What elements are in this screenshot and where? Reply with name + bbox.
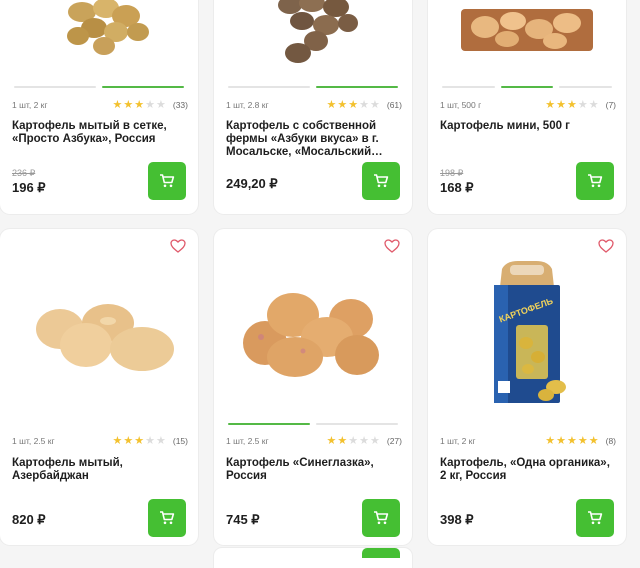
product-title[interactable]: Картофель «Синеглазка», Россия [226,457,400,483]
star-icon: ★ [348,98,359,111]
price: 249,20 ₽ [226,176,278,191]
product-title[interactable]: Картофель мытый, Азербайджан [12,457,186,483]
rating-stars: ★ ★ ★ ★ ★ (33) [112,98,189,111]
star-icon: ★ [545,98,556,111]
product-image[interactable] [214,251,412,421]
star-icon: ★ [370,98,380,111]
star-icon: ★ [359,434,369,447]
pack-size: 1 шт, 2.8 кг [226,100,269,110]
product-card[interactable]: 1 шт, 2.8 кг ★ ★ ★ ★ ★ (61) Картофель с собс… [214,0,412,214]
star-icon: ★ [134,434,145,447]
product-card[interactable]: 1 шт, 2.5 кг ★ ★ ★ ★ ★ (15) Картофель мытый,… [0,229,198,545]
product-image[interactable] [214,0,412,76]
star-icon: ★ [545,434,556,447]
cart-icon [160,511,175,525]
price: 168 ₽ [440,180,474,195]
image-pager[interactable] [442,86,613,88]
price: 820 ₽ [12,512,46,527]
pack-size: 1 шт, 2 кг [12,100,48,110]
star-icon: ★ [112,98,123,111]
cart-icon [588,174,603,188]
star-icon: ★ [326,98,337,111]
pack-size: 1 шт, 500 г [440,100,482,110]
price: 398 ₽ [440,512,474,527]
next-row-card-peek [214,548,412,568]
product-card[interactable]: 1 шт, 500 г ★ ★ ★ ★ ★ (7) Картофель мини, 50… [428,0,626,214]
image-pager[interactable] [14,86,184,88]
product-image[interactable] [428,0,626,76]
star-icon: ★ [337,434,348,447]
star-icon: ★ [348,434,359,447]
product-card[interactable]: 1 шт, 2 кг ★ ★ ★ ★ ★ (33) Картофель мытый в … [0,0,198,214]
cart-icon [588,511,603,525]
rating-stars: ★ ★ ★ ★ ★ (15) [112,434,189,447]
star-icon: ★ [156,434,166,447]
star-icon: ★ [359,98,369,111]
add-to-cart-button[interactable] [362,548,400,558]
review-count: (15) [172,436,188,446]
cart-icon [374,511,389,525]
image-pager[interactable] [228,423,398,425]
star-icon: ★ [145,434,155,447]
price: 196 ₽ [12,180,46,195]
add-to-cart-button[interactable] [148,499,186,537]
rating-stars: ★ ★ ★ ★ ★ (27) [326,434,403,447]
add-to-cart-button[interactable] [576,499,614,537]
product-image[interactable] [0,251,198,421]
product-title[interactable]: Картофель, «Одна органика», 2 кг, Россия [440,457,614,483]
star-icon: ★ [337,98,348,111]
product-image[interactable] [0,0,198,76]
add-to-cart-button[interactable] [362,499,400,537]
review-count: (27) [386,436,402,446]
rating-stars: ★ ★ ★ ★ ★ (61) [326,98,403,111]
add-to-cart-button[interactable] [362,162,400,200]
star-icon: ★ [577,434,588,447]
pack-size: 1 шт, 2.5 кг [12,436,55,446]
review-count: (61) [386,100,402,110]
star-icon: ★ [588,98,599,111]
old-price: 236 ₽ [12,168,36,178]
product-title[interactable]: Картофель мини, 500 г [440,120,614,133]
old-price: 198 ₽ [440,168,464,178]
star-icon: ★ [156,98,166,111]
product-card[interactable]: 1 шт, 2.5 кг ★ ★ ★ ★ ★ (27) Картофель «Синег… [214,229,412,545]
star-icon: ★ [566,98,577,111]
star-icon: ★ [556,434,566,447]
star-icon: ★ [112,434,123,447]
rating-stars: ★ ★ ★ ★ ★ (8) [545,434,616,447]
star-icon: ★ [566,434,577,447]
star-icon: ★ [370,434,380,447]
add-to-cart-button[interactable] [148,162,186,200]
cart-icon [160,174,175,188]
product-image[interactable]: КАРТОФЕЛЬ [428,251,626,421]
price: 745 ₽ [226,512,260,527]
cart-icon [374,174,389,188]
rating-stars: ★ ★ ★ ★ ★ (7) [545,98,616,111]
product-card[interactable]: КАРТОФЕЛЬ 1 шт, 2 кг ★ ★ ★ ★ ★ (8) Картофель… [428,229,626,545]
review-count: (33) [172,100,188,110]
product-package-image: КАРТОФЕЛЬ [494,261,566,403]
add-to-cart-button[interactable] [576,162,614,200]
pack-size: 1 шт, 2.5 кг [226,436,269,446]
pack-size: 1 шт, 2 кг [440,436,476,446]
star-icon: ★ [588,434,599,447]
star-icon: ★ [556,98,566,111]
review-count: (8) [605,436,616,446]
star-icon: ★ [134,98,145,111]
star-icon: ★ [577,98,588,111]
star-icon: ★ [123,434,134,447]
star-icon: ★ [123,98,134,111]
review-count: (7) [605,100,616,110]
star-icon: ★ [326,434,337,447]
image-pager[interactable] [228,86,398,88]
product-title[interactable]: Картофель мытый в сетке, «Просто Азбука»… [12,120,186,146]
star-icon: ★ [145,98,155,111]
product-title[interactable]: Картофель с собственной фермы «Азбуки вк… [226,120,400,159]
